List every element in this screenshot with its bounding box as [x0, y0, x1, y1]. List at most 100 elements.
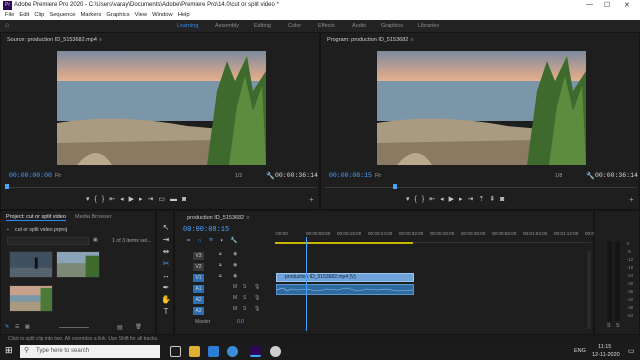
edge-icon[interactable] [208, 346, 219, 357]
pen-tool-icon[interactable]: ✒ [161, 283, 171, 293]
program-timecode[interactable]: 00:00:08:15 [329, 172, 372, 179]
mark-in-icon[interactable]: { [95, 196, 102, 203]
program-resolution-dropdown[interactable]: 1/8 [555, 173, 562, 179]
menu-window[interactable]: Window [152, 12, 173, 18]
source-fit-dropdown[interactable]: Fit [55, 173, 61, 179]
menu-clip[interactable]: Clip [34, 12, 44, 18]
workspace-libraries[interactable]: Libraries [418, 23, 439, 29]
lift-icon[interactable]: ⇡ [478, 196, 489, 203]
step-forward-icon[interactable]: ▸ [139, 196, 148, 203]
chrome-icon[interactable] [227, 346, 238, 357]
go-to-out-icon[interactable]: ⇥ [468, 196, 479, 203]
search-icon[interactable]: ▣ [93, 237, 98, 243]
play-icon[interactable]: ▶ [129, 196, 139, 203]
video-clip[interactable]: production ID_5153682.mp4 [V] [276, 273, 414, 282]
ripple-edit-tool-icon[interactable]: ⇹ [161, 247, 171, 257]
lock-icon[interactable]: 🔒︎ [219, 262, 222, 268]
workspace-assembly[interactable]: Assembly [215, 23, 239, 29]
work-area-bar[interactable] [275, 242, 413, 244]
wrench-icon[interactable]: 🔧 [266, 172, 275, 180]
app-icon[interactable] [270, 346, 281, 357]
camera-icon[interactable]: ◙ [500, 196, 509, 203]
notifications-icon[interactable]: ▭ [628, 347, 635, 355]
list-view-icon[interactable]: ☰ [15, 324, 20, 330]
clock-time[interactable]: 11:15 [598, 344, 611, 350]
program-time-ruler[interactable] [325, 181, 637, 189]
windows-start-icon[interactable]: ⊞ [5, 345, 13, 356]
source-playhead[interactable] [5, 184, 9, 189]
premiere-taskbar-icon[interactable] [250, 346, 261, 357]
tab-media-browser[interactable]: Media Browser [75, 214, 112, 220]
source-timecode[interactable]: 00:00:00:00 [9, 172, 52, 179]
clock-date[interactable]: 12-11-2020 [592, 352, 620, 358]
menu-file[interactable]: File [5, 12, 14, 18]
timeline-ruler[interactable]: :00:00 00:00:08:00 00:00:16:00 00:00:24:00 0… [275, 229, 600, 243]
thumbnail-clip-3[interactable] [9, 285, 53, 312]
timeline-vertical-scrollbar[interactable] [587, 251, 591, 329]
type-tool-icon[interactable]: T [161, 307, 171, 317]
solo-right-button[interactable]: S [616, 323, 619, 329]
workspace-color[interactable]: Color [288, 23, 301, 29]
solo-left-button[interactable]: S [607, 323, 610, 329]
workspace-graphics[interactable]: Graphics [381, 23, 403, 29]
task-view-icon[interactable] [170, 346, 181, 357]
track-select-tool-icon[interactable]: ⇥ [161, 235, 171, 245]
audio-clip[interactable] [276, 284, 414, 295]
eye-icon[interactable]: ◉ [233, 273, 237, 279]
trash-icon[interactable]: 🗑 [135, 324, 142, 330]
add-marker-icon[interactable]: ▾ [220, 238, 230, 244]
minimize-button[interactable]: — [586, 1, 593, 8]
file-explorer-icon[interactable] [189, 346, 200, 357]
close-button[interactable]: ✕ [624, 1, 630, 9]
source-resolution-dropdown[interactable]: 1/2 [235, 173, 242, 179]
add-button-icon[interactable]: + [629, 195, 634, 204]
new-item-icon[interactable]: ▤ [117, 324, 123, 331]
snap-icon[interactable]: ∩ [197, 238, 208, 244]
wrench-icon[interactable]: 🔧 [586, 172, 595, 180]
lock-icon[interactable]: 🔒︎ [219, 251, 222, 257]
home-icon[interactable]: ⌂ [5, 22, 9, 29]
program-fit-dropdown[interactable]: Fit [375, 173, 381, 179]
menu-graphics[interactable]: Graphics [106, 12, 129, 18]
project-search-input[interactable] [7, 237, 89, 245]
mic-icon[interactable]: 🎙︎ [254, 295, 260, 301]
go-to-in-icon[interactable]: ⇤ [429, 196, 440, 203]
sequence-tab[interactable]: production ID_5153682 ≡ [187, 215, 249, 221]
lock-icon[interactable]: 🔒︎ [219, 273, 222, 279]
thumbnail-clip-2[interactable] [56, 251, 100, 278]
camera-icon[interactable]: ◙ [182, 196, 191, 203]
mute-icon[interactable]: M [233, 295, 237, 301]
source-time-ruler[interactable] [5, 181, 317, 189]
program-playhead[interactable] [392, 184, 397, 189]
menu-edit[interactable]: Edit [19, 12, 29, 18]
step-back-icon[interactable]: ◂ [440, 196, 449, 203]
edit-pencil-icon[interactable]: ✎ [5, 324, 9, 330]
zoom-slider[interactable] [59, 327, 89, 328]
eye-icon[interactable]: ◉ [233, 262, 237, 268]
thumbnail-clip-1[interactable] [9, 251, 53, 278]
mute-icon[interactable]: M [233, 306, 237, 312]
step-back-icon[interactable]: ◂ [120, 196, 129, 203]
linked-selection-icon[interactable]: ⚭ [209, 238, 221, 244]
workspace-audio[interactable]: Audio [352, 23, 366, 29]
menu-markers[interactable]: Markers [80, 12, 101, 18]
nest-icon[interactable]: ⌗ [187, 238, 197, 244]
timeline-playhead[interactable] [306, 237, 307, 331]
workspace-learning[interactable]: Learning [177, 23, 199, 33]
add-button-icon[interactable]: + [309, 195, 314, 204]
mic-icon[interactable]: 🎙︎ [254, 306, 260, 312]
mute-icon[interactable]: M [233, 284, 237, 290]
mic-icon[interactable]: 🎙︎ [254, 284, 260, 290]
maximize-button[interactable]: ☐ [604, 1, 610, 9]
workspace-editing[interactable]: Editing [254, 23, 271, 29]
solo-icon[interactable]: S [243, 284, 246, 290]
step-forward-icon[interactable]: ▸ [459, 196, 468, 203]
go-to-out-icon[interactable]: ⇥ [148, 196, 159, 203]
language-indicator[interactable]: ENG [574, 348, 586, 354]
marker-icon[interactable]: ▾ [406, 196, 415, 203]
extract-icon[interactable]: ⇞ [489, 196, 500, 203]
workspace-effects[interactable]: Effects [318, 23, 335, 29]
menu-help[interactable]: Help [178, 12, 190, 18]
solo-icon[interactable]: S [243, 295, 246, 301]
razor-tool-icon[interactable]: ✂ [161, 259, 171, 269]
